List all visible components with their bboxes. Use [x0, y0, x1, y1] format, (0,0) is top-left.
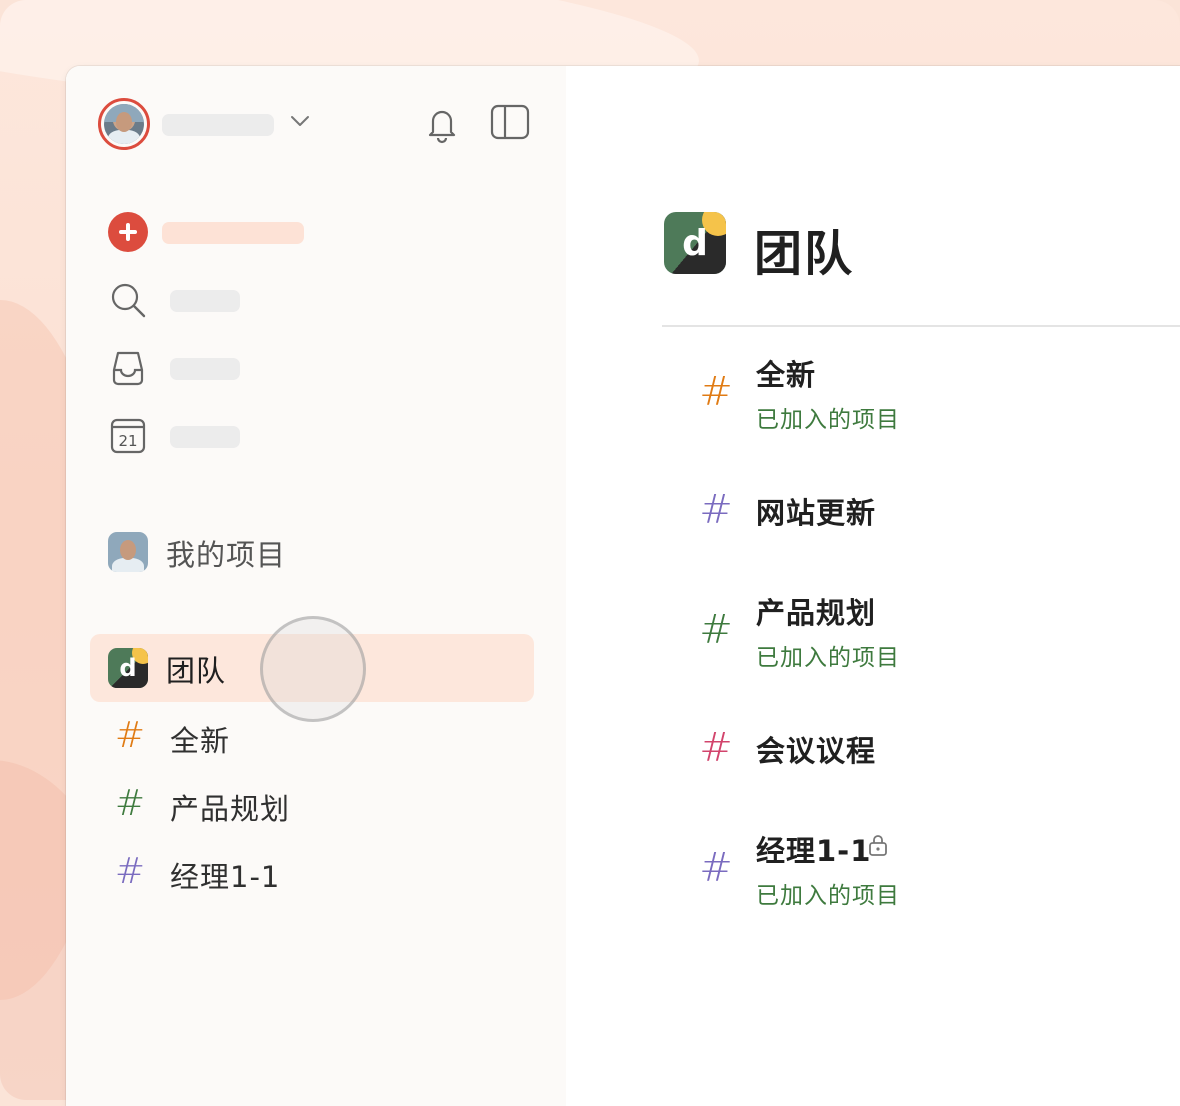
project-name[interactable]: 会议议程 [756, 728, 876, 770]
project-name[interactable]: 产品规划 [756, 590, 876, 632]
hash-icon: # [699, 607, 733, 653]
click-indicator [260, 616, 366, 722]
sidebar-toggle-icon[interactable] [490, 104, 530, 140]
calendar-day: 21 [118, 432, 137, 450]
bell-icon[interactable] [424, 104, 460, 144]
project-name[interactable]: 经理1-1 [756, 828, 871, 870]
project-status: 已加入的项目 [756, 407, 900, 433]
inbox-icon[interactable] [108, 348, 148, 388]
my-projects-avatar [108, 532, 148, 572]
team-label: 团队 [166, 654, 227, 688]
search-icon[interactable] [108, 280, 148, 320]
hash-icon: # [114, 783, 146, 824]
main-content: d 团队 # 全新 已加入的项目 # 网站更新 # 产品规划 已加入的项目 # … [566, 66, 1180, 1106]
search-placeholder[interactable] [170, 290, 240, 312]
app-window: 21 我的项目 d 团队 # 全新 # 产品规划 # 经理1-1 d 团队 # … [66, 66, 1180, 1106]
hash-icon: # [699, 487, 733, 533]
project-status: 已加入的项目 [756, 883, 900, 909]
sidebar-project-item[interactable]: 全新 [170, 718, 230, 760]
team-logo-icon: d [108, 648, 148, 688]
hash-icon: # [114, 851, 146, 892]
project-status: 已加入的项目 [756, 645, 900, 671]
hash-icon: # [114, 715, 146, 756]
plus-circle-icon[interactable] [108, 212, 148, 252]
hash-icon: # [699, 845, 733, 891]
hash-icon: # [699, 725, 733, 771]
page-title: 团队 [754, 226, 855, 282]
calendar-icon[interactable]: 21 [108, 416, 148, 456]
project-name[interactable]: 全新 [756, 352, 816, 394]
today-placeholder[interactable] [170, 426, 240, 448]
my-projects-label[interactable]: 我的项目 [166, 532, 286, 574]
lock-icon [869, 835, 887, 856]
divider [662, 325, 1180, 327]
chevron-down-icon[interactable] [290, 114, 310, 128]
hash-icon: # [699, 369, 733, 415]
sidebar-project-item[interactable]: 经理1-1 [170, 854, 280, 896]
avatar-image [104, 104, 144, 144]
user-avatar[interactable] [98, 98, 150, 150]
add-task-placeholder[interactable] [162, 222, 304, 244]
team-logo-icon: d [664, 212, 726, 274]
sidebar-project-item[interactable]: 产品规划 [170, 786, 290, 828]
sidebar: 21 我的项目 d 团队 # 全新 # 产品规划 # 经理1-1 [66, 66, 566, 1106]
project-name[interactable]: 网站更新 [756, 490, 876, 532]
inbox-placeholder[interactable] [170, 358, 240, 380]
user-name-placeholder[interactable] [162, 114, 274, 136]
